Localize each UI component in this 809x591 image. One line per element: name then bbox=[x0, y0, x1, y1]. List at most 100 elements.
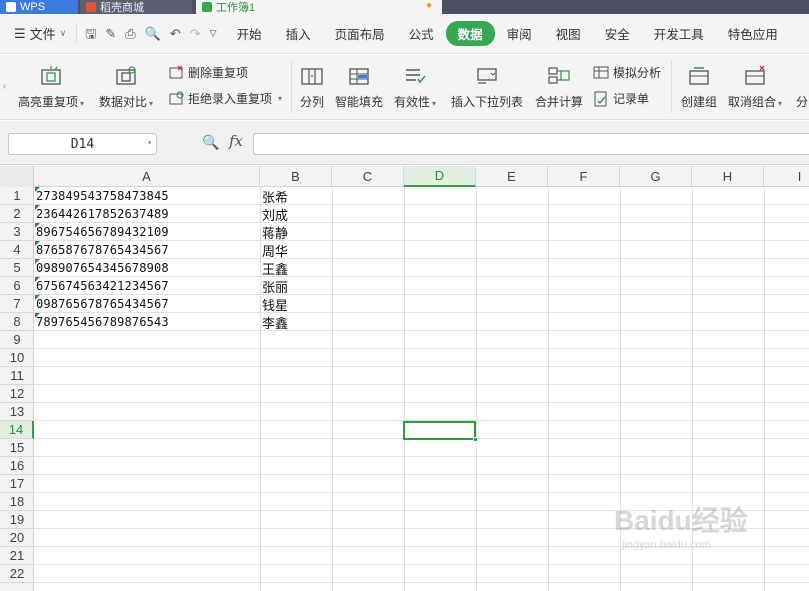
format-painter-icon[interactable]: ✎ bbox=[105, 27, 116, 40]
tab-review[interactable]: 审阅 bbox=[495, 21, 544, 46]
customize-icon[interactable]: ▽ bbox=[210, 29, 217, 38]
gridline bbox=[34, 384, 809, 385]
column-header-f[interactable]: F bbox=[548, 166, 620, 187]
reject-duplicates-button[interactable]: 拒绝录入重复项 ▾ bbox=[168, 90, 282, 107]
row-header[interactable]: 16 bbox=[0, 457, 34, 475]
tab-label: 稻壳商城 bbox=[100, 2, 144, 14]
cell-a1[interactable]: 273849543758473845 bbox=[35, 187, 259, 205]
row-header[interactable]: 4 bbox=[0, 241, 34, 259]
row-header-selected[interactable]: 14 bbox=[0, 421, 34, 439]
tab-wps[interactable]: WPS bbox=[0, 0, 78, 14]
row-header[interactable]: 3 bbox=[0, 223, 34, 241]
column-header-i[interactable]: I bbox=[764, 166, 809, 187]
cell-a7[interactable]: 098765678765434567 bbox=[35, 295, 259, 313]
tab-home[interactable]: 开始 bbox=[225, 21, 274, 46]
cell-b7[interactable]: 钱星 bbox=[261, 295, 331, 313]
smart-fill-button[interactable]: 智能填充 bbox=[335, 65, 383, 110]
zoom-icon[interactable]: 🔍 bbox=[202, 134, 219, 151]
chevron-down-icon[interactable]: ▾ bbox=[147, 138, 152, 147]
row-header[interactable]: 5 bbox=[0, 259, 34, 277]
formula-input[interactable] bbox=[253, 133, 809, 155]
row-header[interactable]: 7 bbox=[0, 295, 34, 313]
insert-dropdown-button[interactable]: 插入下拉列表 bbox=[451, 65, 523, 110]
row-header[interactable]: 1 bbox=[0, 187, 34, 205]
row-header[interactable]: 20 bbox=[0, 529, 34, 547]
row-header[interactable]: 11 bbox=[0, 367, 34, 385]
row-header[interactable]: 13 bbox=[0, 403, 34, 421]
cell-a2[interactable]: 236442617852637489 bbox=[35, 205, 259, 223]
row-header[interactable]: 17 bbox=[0, 475, 34, 493]
simulation-button[interactable]: 模拟分析 bbox=[593, 64, 661, 81]
cell-a8[interactable]: 789765456789876543 bbox=[35, 313, 259, 331]
tab-workbook[interactable]: 工作簿1 ● bbox=[196, 0, 442, 14]
column-header-e[interactable]: E bbox=[476, 166, 548, 187]
tab-security[interactable]: 安全 bbox=[593, 21, 642, 46]
cell-a3[interactable]: 896754656789432109 bbox=[35, 223, 259, 241]
column-header-b[interactable]: B bbox=[260, 166, 332, 187]
tab-view[interactable]: 视图 bbox=[544, 21, 593, 46]
remove-duplicates-button[interactable]: 删除重复项 bbox=[168, 64, 248, 81]
remove-duplicates-icon bbox=[168, 65, 184, 81]
cell-b3[interactable]: 蒋静 bbox=[261, 223, 331, 241]
row-header[interactable]: 15 bbox=[0, 439, 34, 457]
spreadsheet-grid[interactable]: A B C D E F G H I 1 2 3 4 5 6 7 8 9 10 1… bbox=[0, 166, 809, 591]
row-header[interactable]: 18 bbox=[0, 493, 34, 511]
column-header-c[interactable]: C bbox=[332, 166, 404, 187]
highlight-duplicates-button[interactable]: 高亮重复项 ▾ bbox=[18, 65, 84, 110]
ribbon-scroll-left-icon[interactable]: ‹ bbox=[3, 81, 6, 92]
column-header-h[interactable]: H bbox=[692, 166, 764, 187]
active-cell-d14[interactable] bbox=[403, 421, 476, 440]
cell-a6[interactable]: 675674563421234567 bbox=[35, 277, 259, 295]
column-headers: A B C D E F G H I bbox=[0, 166, 809, 187]
cell-a4[interactable]: 876587678765434567 bbox=[35, 241, 259, 259]
fill-handle[interactable] bbox=[473, 437, 478, 442]
cell-b2[interactable]: 刘成 bbox=[261, 205, 331, 223]
gridline bbox=[34, 582, 809, 583]
tab-data[interactable]: 数据 bbox=[445, 21, 495, 46]
name-box[interactable]: D14 ▾ bbox=[8, 133, 157, 155]
row-header[interactable]: 21 bbox=[0, 547, 34, 565]
tab-page-layout[interactable]: 页面布局 bbox=[323, 21, 397, 46]
column-header-a[interactable]: A bbox=[34, 166, 260, 187]
data-compare-button[interactable]: 数据对比 ▾ bbox=[99, 65, 153, 110]
file-menu[interactable]: ☰ 文件 ∨ bbox=[0, 24, 76, 43]
tab-insert[interactable]: 插入 bbox=[274, 21, 323, 46]
undo-icon[interactable]: ↶ bbox=[170, 27, 181, 40]
row-header[interactable]: 9 bbox=[0, 331, 34, 349]
record-list-button[interactable]: 记录单 bbox=[593, 90, 649, 107]
tab-formulas[interactable]: 公式 bbox=[397, 21, 446, 46]
cell-b4[interactable]: 周华 bbox=[261, 241, 331, 259]
column-header-g[interactable]: G bbox=[620, 166, 692, 187]
row-header[interactable]: 10 bbox=[0, 349, 34, 367]
menu-bar: ☰ 文件 ∨ 🖫 ✎ ⎙ 🔍 ↶ ↷ ▽ 开始 插入 页面布局 公式 数据 审阅… bbox=[0, 14, 809, 54]
insert-function-icon[interactable]: fx bbox=[229, 132, 243, 150]
create-group-button[interactable]: 创建组 bbox=[681, 65, 717, 110]
redo-icon[interactable]: ↷ bbox=[190, 27, 201, 40]
row-header[interactable]: 22 bbox=[0, 565, 34, 583]
row-header[interactable]: 12 bbox=[0, 385, 34, 403]
unsaved-dot-icon[interactable]: ● bbox=[426, 0, 432, 11]
print-icon[interactable]: ⎙ bbox=[125, 27, 135, 40]
row-header[interactable]: 8 bbox=[0, 313, 34, 331]
cell-b6[interactable]: 张丽 bbox=[261, 277, 331, 295]
cell-b8[interactable]: 李鑫 bbox=[261, 313, 331, 331]
validity-button[interactable]: 有效性 ▾ bbox=[394, 65, 436, 110]
print-preview-icon[interactable]: 🔍 bbox=[145, 27, 161, 40]
cell-b1[interactable]: 张希 bbox=[261, 187, 331, 205]
row-header[interactable]: 19 bbox=[0, 511, 34, 529]
merge-calc-button[interactable]: 合并计算 bbox=[535, 65, 583, 110]
cell-a5[interactable]: 098907654345678908 bbox=[35, 259, 259, 277]
split-column-button[interactable]: 分列 bbox=[300, 65, 324, 110]
subtotal-button[interactable]: 分 bbox=[795, 65, 809, 110]
ungroup-button[interactable]: 取消组合 ▾ bbox=[728, 65, 782, 110]
row-header[interactable]: 6 bbox=[0, 277, 34, 295]
row-header[interactable]: 2 bbox=[0, 205, 34, 223]
tab-docer-mall[interactable]: 稻壳商城 bbox=[80, 0, 192, 14]
tab-special[interactable]: 特色应用 bbox=[716, 21, 790, 46]
column-header-d[interactable]: D bbox=[404, 166, 476, 187]
select-all-corner[interactable] bbox=[0, 166, 34, 187]
merge-calc-icon bbox=[547, 65, 571, 87]
save-icon[interactable]: 🖫 bbox=[85, 27, 96, 40]
cell-b5[interactable]: 王鑫 bbox=[261, 259, 331, 277]
tab-developer[interactable]: 开发工具 bbox=[642, 21, 716, 46]
